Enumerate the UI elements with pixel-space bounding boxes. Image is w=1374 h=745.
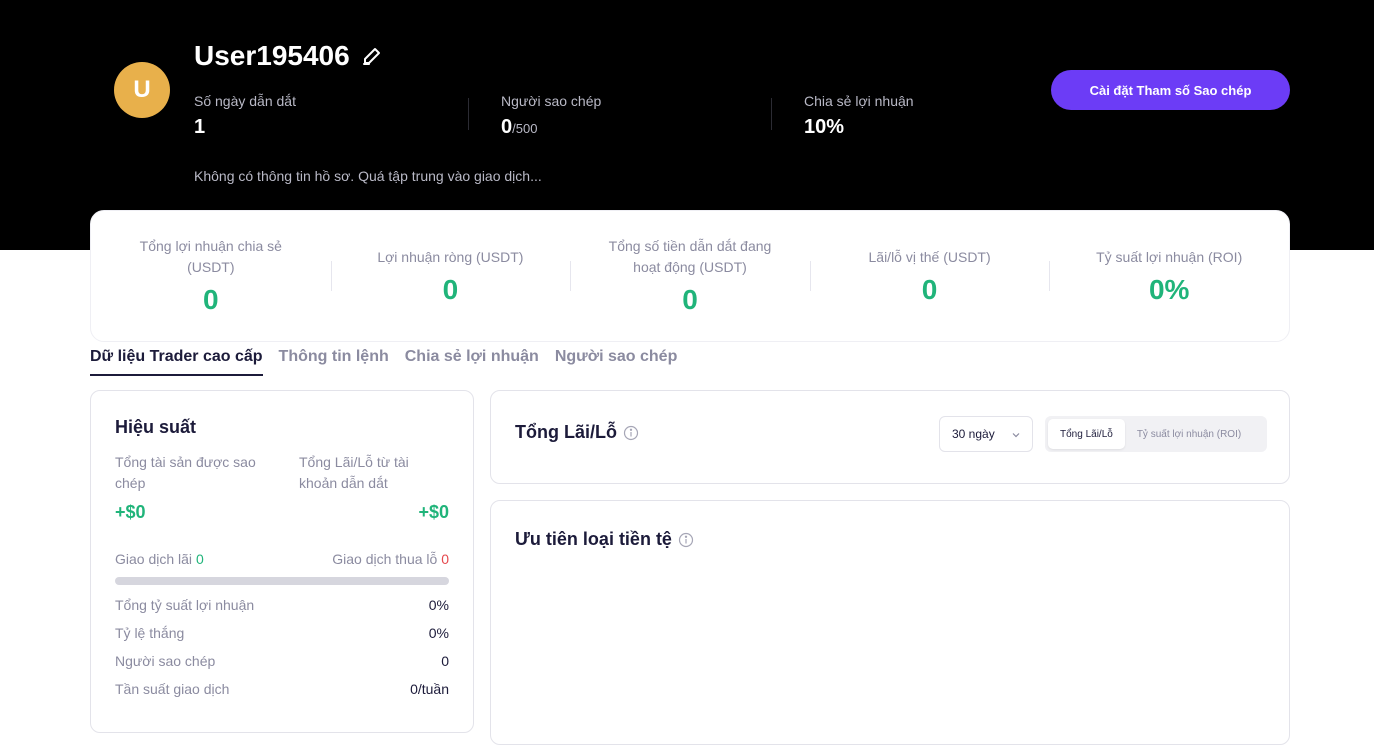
currency-preference-card: Ưu tiên loại tiền tệ (490, 500, 1290, 745)
period-select[interactable]: 30 ngày (939, 416, 1033, 452)
stat-label: Người sao chép (501, 93, 602, 109)
tab-order-info[interactable]: Thông tin lệnh (279, 344, 389, 376)
summary-label: Tổng số tiền dẫn dắt đang hoạt động (USD… (608, 238, 772, 275)
summary-label: Tỷ suất lợi nhuận (ROI) (1096, 248, 1243, 265)
pnl-title: Tổng Lãi/Lỗ (515, 422, 617, 442)
metric-value: 0% (428, 597, 449, 613)
stat-label: Số ngày dẫn dắt (194, 93, 296, 109)
summary-item: Tổng số tiền dẫn dắt đang hoạt động (USD… (570, 211, 810, 341)
tab-copiers[interactable]: Người sao chép (555, 344, 678, 376)
summary-item: Tỷ suất lợi nhuận (ROI) 0% (1049, 211, 1289, 341)
period-value: 30 ngày (952, 427, 995, 441)
metric-row: Tần suất giao dịch 0/tuần (115, 681, 449, 697)
stat-value: 0/500 (501, 116, 538, 138)
metric-label: Người sao chép (115, 653, 216, 669)
metric-label: Tỷ lệ thắng (115, 625, 185, 641)
stat-value: 1 (194, 116, 206, 138)
currency-title: Ưu tiên loại tiền tệ (515, 529, 672, 549)
toggle-total-pnl[interactable]: Tổng Lãi/Lỗ (1048, 419, 1125, 449)
win-count: 0 (195, 551, 204, 567)
divider (468, 98, 469, 130)
loss-trades: Giao dịch thua lỗ 0 (332, 551, 449, 567)
summary-item: Tổng lợi nhuận chia sẻ (USDT) 0 (91, 211, 331, 341)
tab-bar: Dữ liệu Trader cao cấp Thông tin lệnh Ch… (90, 344, 677, 376)
loss-count: 0 (441, 551, 449, 567)
performance-title: Hiệu suất (115, 417, 197, 437)
metric-row: Tỷ lệ thắng 0% (115, 625, 449, 641)
summary-value: 0 (921, 273, 938, 305)
summary-value: 0 (442, 273, 459, 305)
copy-settings-button[interactable]: Cài đặt Tham số Sao chép (1051, 70, 1290, 110)
profile-bio: Không có thông tin hồ sơ. Quá tập trung … (194, 168, 542, 184)
pnl-title-row: Tổng Lãi/Lỗ (515, 422, 639, 443)
profile-username-row: User195406 (194, 40, 384, 72)
summary-value: 0 (203, 284, 219, 315)
metric-value: 0/tuần (410, 681, 449, 697)
info-icon[interactable] (623, 425, 639, 441)
win-loss-row: Giao dịch lãi 0 Giao dịch thua lỗ 0 (115, 551, 449, 567)
performance-card: Hiệu suất Tổng tài sản được sao chép +$0… (90, 390, 474, 733)
summary-label: Lợi nhuận ròng (USDT) (377, 248, 524, 265)
metric-label: Tổng tỷ suất lợi nhuận (115, 597, 255, 613)
chevron-down-icon (1012, 427, 1020, 441)
summary-label: Lãi/lỗ vị thế (USDT) (868, 248, 991, 265)
summary-item: Lợi nhuận ròng (USDT) 0 (330, 211, 571, 341)
stat-label: Chia sẻ lợi nhuận (804, 93, 914, 109)
lead-pnl-label: Tổng Lãi/Lỗ từ tài khoản dẫn dắt (299, 454, 409, 491)
lead-pnl-value: +$0 (418, 502, 449, 522)
copied-assets: Tổng tài sản được sao chép +$0 (115, 452, 265, 523)
divider (771, 98, 772, 130)
metric-row: Tổng tỷ suất lợi nhuận 0% (115, 597, 449, 613)
edit-icon[interactable] (360, 44, 384, 68)
username: User195406 (194, 40, 350, 71)
avatar: U (114, 62, 170, 118)
performance-totals: Tổng tài sản được sao chép +$0 Tổng Lãi/… (115, 452, 449, 523)
metric-row: Người sao chép 0 (115, 653, 449, 669)
tab-profit-share[interactable]: Chia sẻ lợi nhuận (405, 344, 539, 376)
metric-value: 0% (428, 625, 449, 641)
toggle-roi[interactable]: Tỷ suất lợi nhuận (ROI) (1125, 419, 1253, 449)
pnl-card: Tổng Lãi/Lỗ 30 ngày Tổng Lãi/Lỗ Tỷ suất … (490, 390, 1290, 484)
currency-title-row: Ưu tiên loại tiền tệ (515, 529, 694, 550)
summary-item: Lãi/lỗ vị thế (USDT) 0 (809, 211, 1050, 341)
summary-value: 0% (1148, 273, 1190, 305)
pnl-view-toggle: Tổng Lãi/Lỗ Tỷ suất lợi nhuận (ROI) (1045, 416, 1267, 452)
copied-assets-value: +$0 (115, 502, 146, 522)
stat-lead-days: Số ngày dẫn dắt 1 (194, 92, 296, 139)
summary-label: Tổng lợi nhuận chia sẻ (USDT) (139, 238, 282, 275)
metric-value: 0 (441, 653, 449, 669)
stat-copiers: Người sao chép 0/500 (501, 92, 601, 139)
summary-value: 0 (682, 284, 698, 315)
info-icon[interactable] (678, 532, 694, 548)
win-loss-bar (115, 577, 449, 585)
stat-profit-share: Chia sẻ lợi nhuận 10% (804, 92, 914, 139)
win-trades: Giao dịch lãi 0 (115, 551, 204, 567)
metric-label: Tần suất giao dịch (115, 681, 230, 697)
copied-assets-label: Tổng tài sản được sao chép (115, 454, 256, 491)
stat-value: 10% (804, 116, 845, 138)
tab-trader-data[interactable]: Dữ liệu Trader cao cấp (90, 344, 263, 376)
lead-pnl: Tổng Lãi/Lỗ từ tài khoản dẫn dắt +$0 (299, 452, 449, 523)
summary-card: Tổng lợi nhuận chia sẻ (USDT) 0 Lợi nhuậ… (90, 210, 1290, 342)
